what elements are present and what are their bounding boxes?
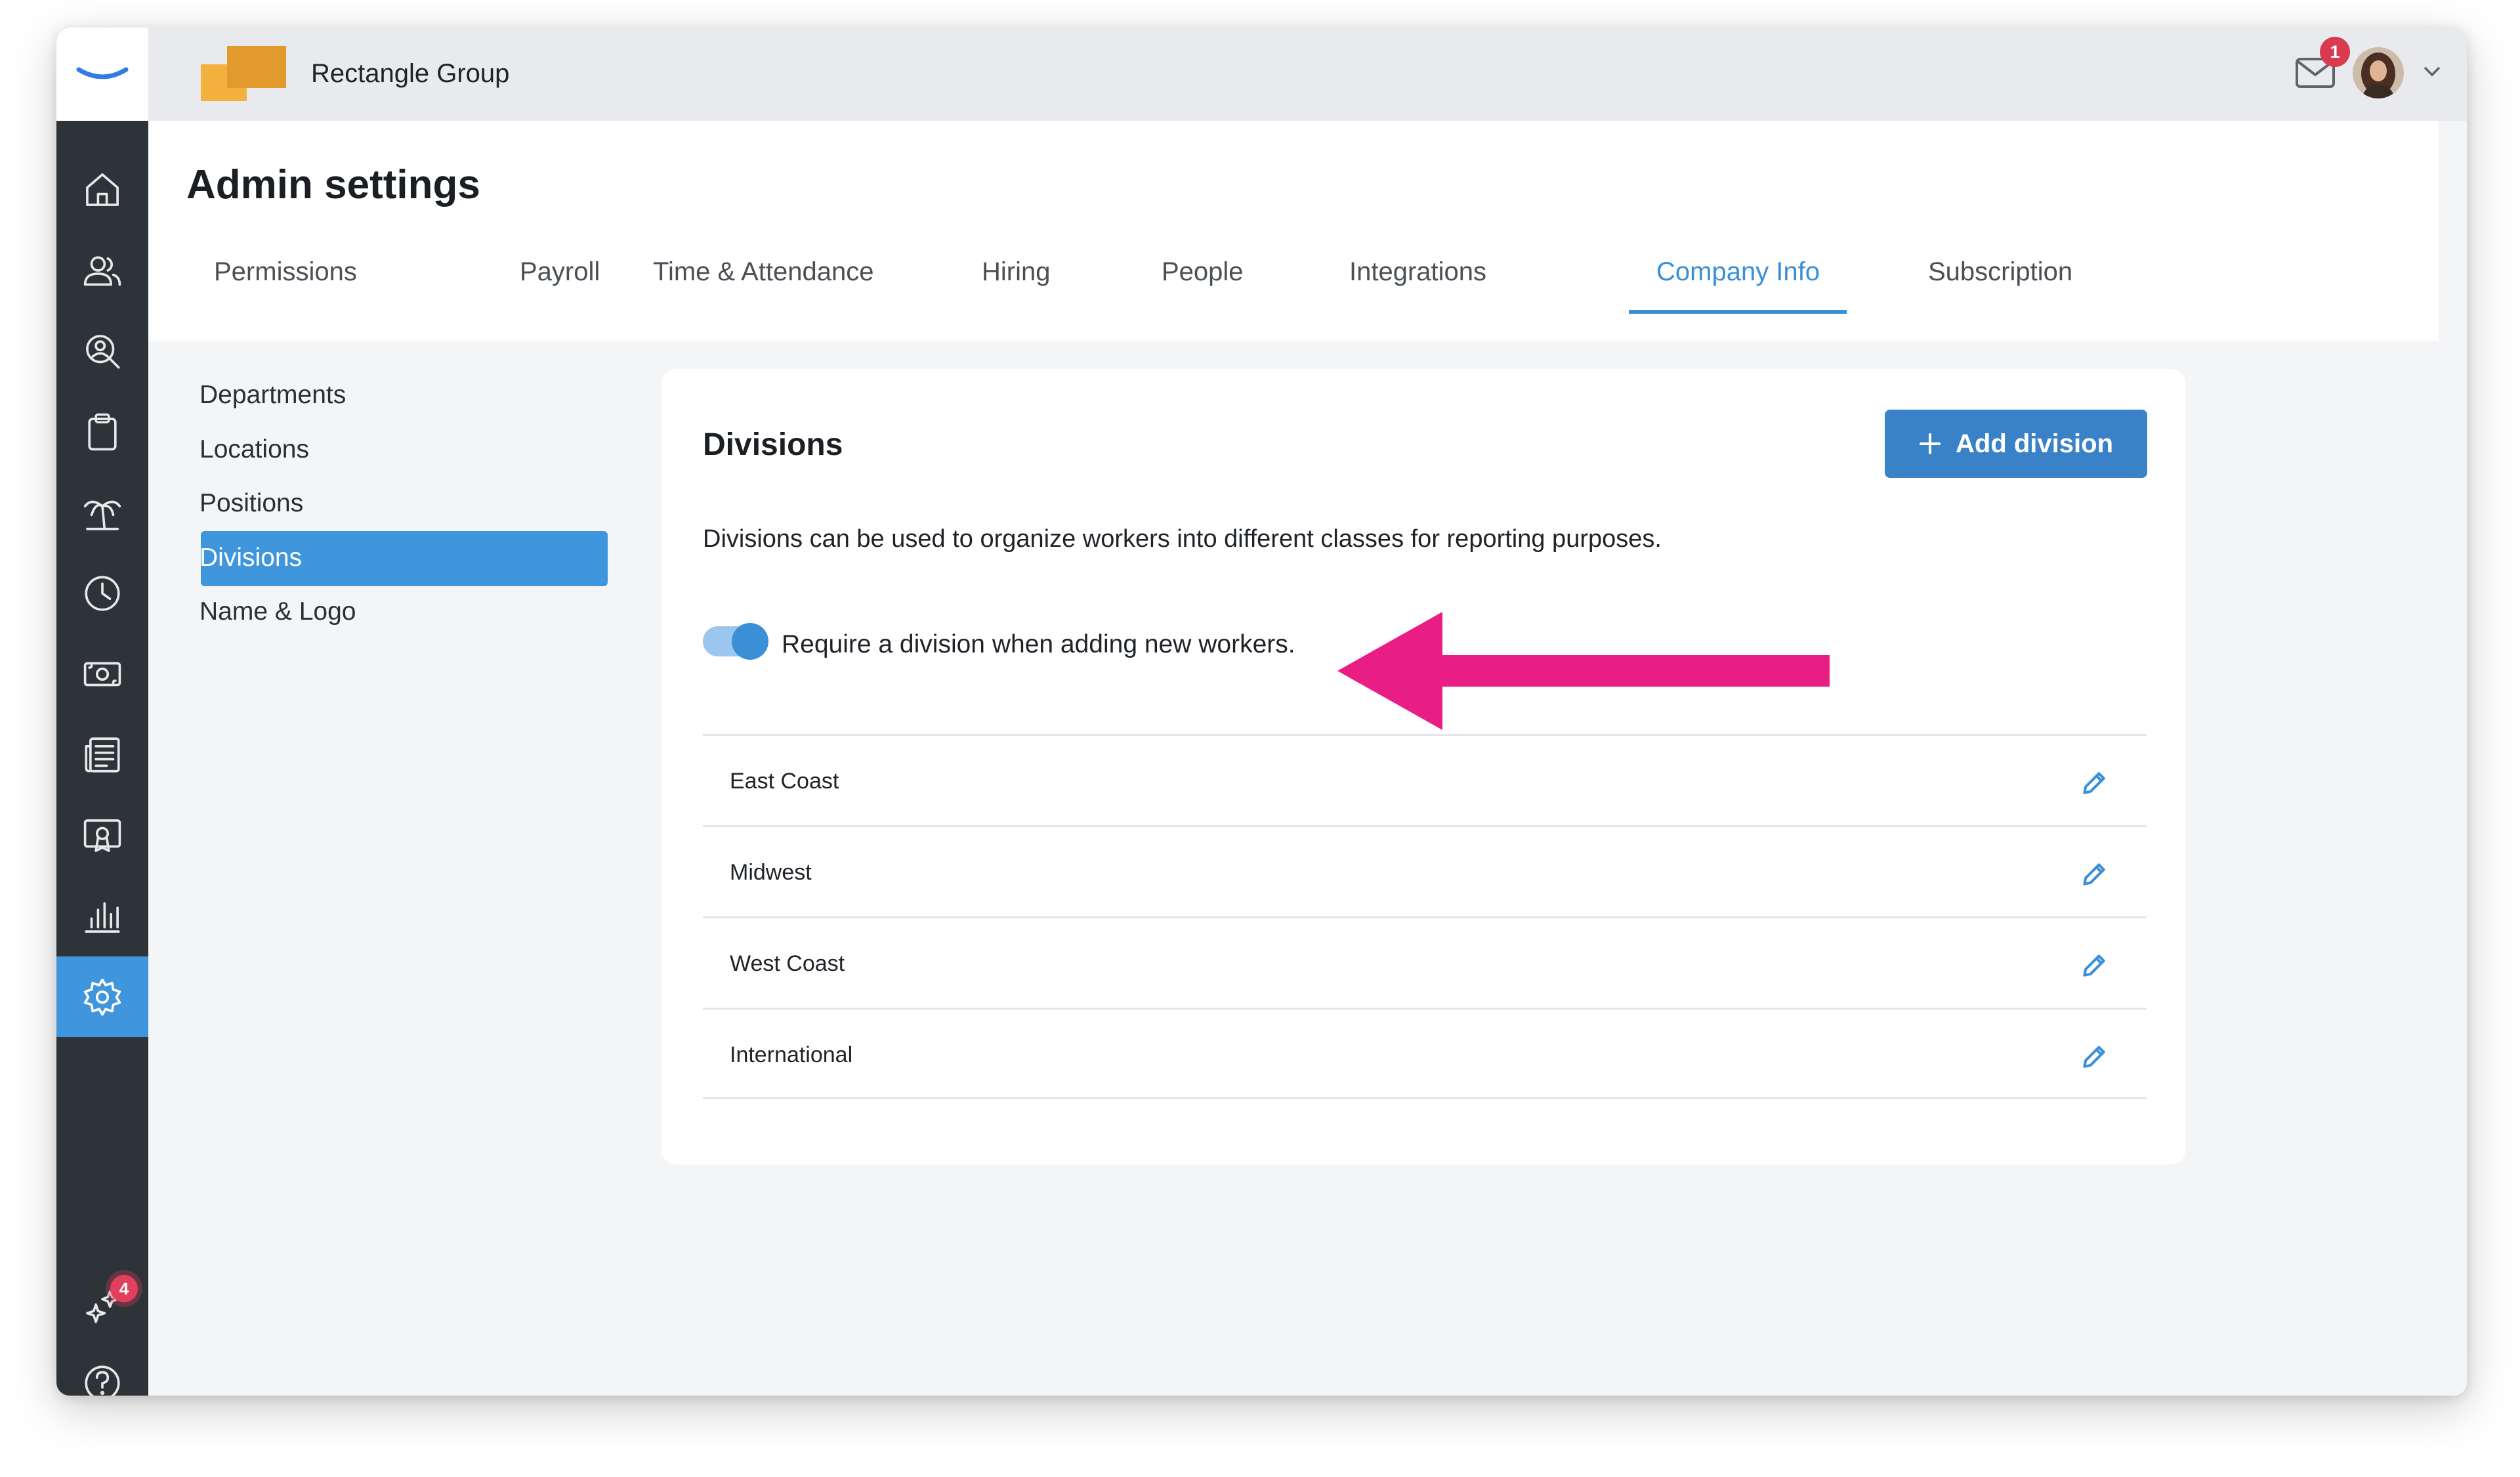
sidebar-item-time[interactable]: [56, 553, 148, 633]
company-name[interactable]: Rectangle Group: [311, 59, 509, 89]
smile-logo-icon: [76, 67, 129, 79]
division-name: East Coast: [730, 769, 839, 794]
money-icon: [83, 662, 121, 686]
divisions-list: East Coast Midwest West Coast Internatio…: [703, 734, 2147, 1099]
sidebar-item-time-off[interactable]: [56, 472, 148, 553]
add-division-button[interactable]: Add division: [1885, 410, 2147, 478]
division-name: West Coast: [730, 951, 845, 976]
tab-subscription[interactable]: Subscription: [1928, 257, 2072, 287]
pencil-icon: [2083, 863, 2105, 886]
add-division-label: Add division: [1956, 429, 2113, 458]
subnav-locations[interactable]: Locations: [200, 435, 309, 464]
table-row: Midwest: [703, 825, 2147, 916]
app-logo[interactable]: [56, 28, 148, 121]
edit-division-button[interactable]: [2080, 769, 2109, 798]
sidebar-item-tasks[interactable]: [56, 391, 148, 472]
sidebar-item-people[interactable]: [56, 230, 148, 310]
people-icon: [83, 255, 121, 286]
sidebar-item-recruiting[interactable]: [56, 310, 148, 391]
subnav-divisions[interactable]: Divisions: [200, 544, 302, 572]
card-description: Divisions can be used to organize worker…: [703, 525, 1662, 553]
sidebar-item-reports[interactable]: [56, 876, 148, 956]
table-row: East Coast: [703, 734, 2147, 825]
subnav-name-logo[interactable]: Name & Logo: [200, 597, 356, 626]
table-row: International: [703, 1008, 2147, 1099]
page-title: Admin settings: [186, 162, 480, 207]
division-name: Midwest: [730, 860, 812, 885]
subnav-positions[interactable]: Positions: [200, 489, 303, 518]
subnav-departments[interactable]: Departments: [200, 381, 346, 410]
sidebar-item-whats-new[interactable]: 4: [56, 1262, 148, 1342]
sidebar-item-help[interactable]: [56, 1342, 148, 1396]
tab-time-attendance[interactable]: Time & Attendance: [653, 257, 873, 287]
clipboard-icon: [88, 413, 117, 450]
settings-gear-icon: [83, 978, 121, 1016]
palm-tree-icon: [83, 500, 121, 530]
company-logo: [201, 46, 286, 101]
sidebar-item-home[interactable]: [56, 149, 148, 230]
chevron-down-icon[interactable]: [2422, 64, 2442, 79]
tab-payroll[interactable]: Payroll: [520, 257, 600, 287]
avatar[interactable]: [2353, 47, 2404, 98]
plus-icon: [1920, 433, 1941, 454]
pencil-icon: [2083, 1046, 2105, 1068]
edit-division-button[interactable]: [2080, 860, 2109, 889]
newspaper-icon: [85, 737, 120, 773]
sidebar-item-payroll[interactable]: [56, 633, 148, 714]
tab-permissions[interactable]: Permissions: [214, 257, 357, 287]
reports-chart-icon: [85, 901, 120, 933]
edit-division-button[interactable]: [2080, 951, 2109, 980]
tab-integrations[interactable]: Integrations: [1349, 257, 1486, 287]
sidebar: 4: [56, 28, 148, 1396]
notification-badge: 4: [110, 1275, 138, 1302]
tab-people[interactable]: People: [1162, 257, 1244, 287]
sidebar-item-documents[interactable]: [56, 714, 148, 795]
app-window: 4 Rectangle Group 1 Admin settings Permi…: [56, 28, 2467, 1396]
edit-division-button[interactable]: [2080, 1042, 2109, 1071]
card-title: Divisions: [703, 427, 843, 462]
clock-icon: [85, 575, 120, 611]
home-icon: [86, 173, 119, 206]
require-division-toggle[interactable]: [703, 623, 768, 660]
tab-hiring[interactable]: Hiring: [982, 257, 1050, 287]
division-name: International: [730, 1042, 853, 1067]
sidebar-item-training[interactable]: [56, 795, 148, 876]
tab-company-info[interactable]: Company Info: [1656, 257, 1820, 287]
toggle-knob: [732, 623, 768, 660]
mail-badge: 1: [2320, 37, 2350, 67]
pencil-icon: [2083, 772, 2105, 794]
top-bar: Rectangle Group 1: [148, 28, 2467, 121]
recruiting-search-icon: [86, 334, 120, 369]
divisions-card: Divisions Add division Divisions can be …: [662, 369, 2185, 1165]
certificate-icon: [83, 819, 121, 852]
toggle-label: Require a division when adding new worke…: [782, 630, 1295, 658]
page-header: Admin settings Permissions Payroll Time …: [148, 121, 2439, 341]
active-tab-indicator: [1629, 310, 1847, 314]
pencil-icon: [2083, 954, 2105, 977]
user-avatar-icon: [2353, 47, 2404, 98]
table-row: West Coast: [703, 916, 2147, 1008]
annotation-arrow-icon: [1337, 612, 1830, 730]
help-icon: [85, 1365, 120, 1396]
sidebar-item-settings[interactable]: [56, 956, 148, 1037]
